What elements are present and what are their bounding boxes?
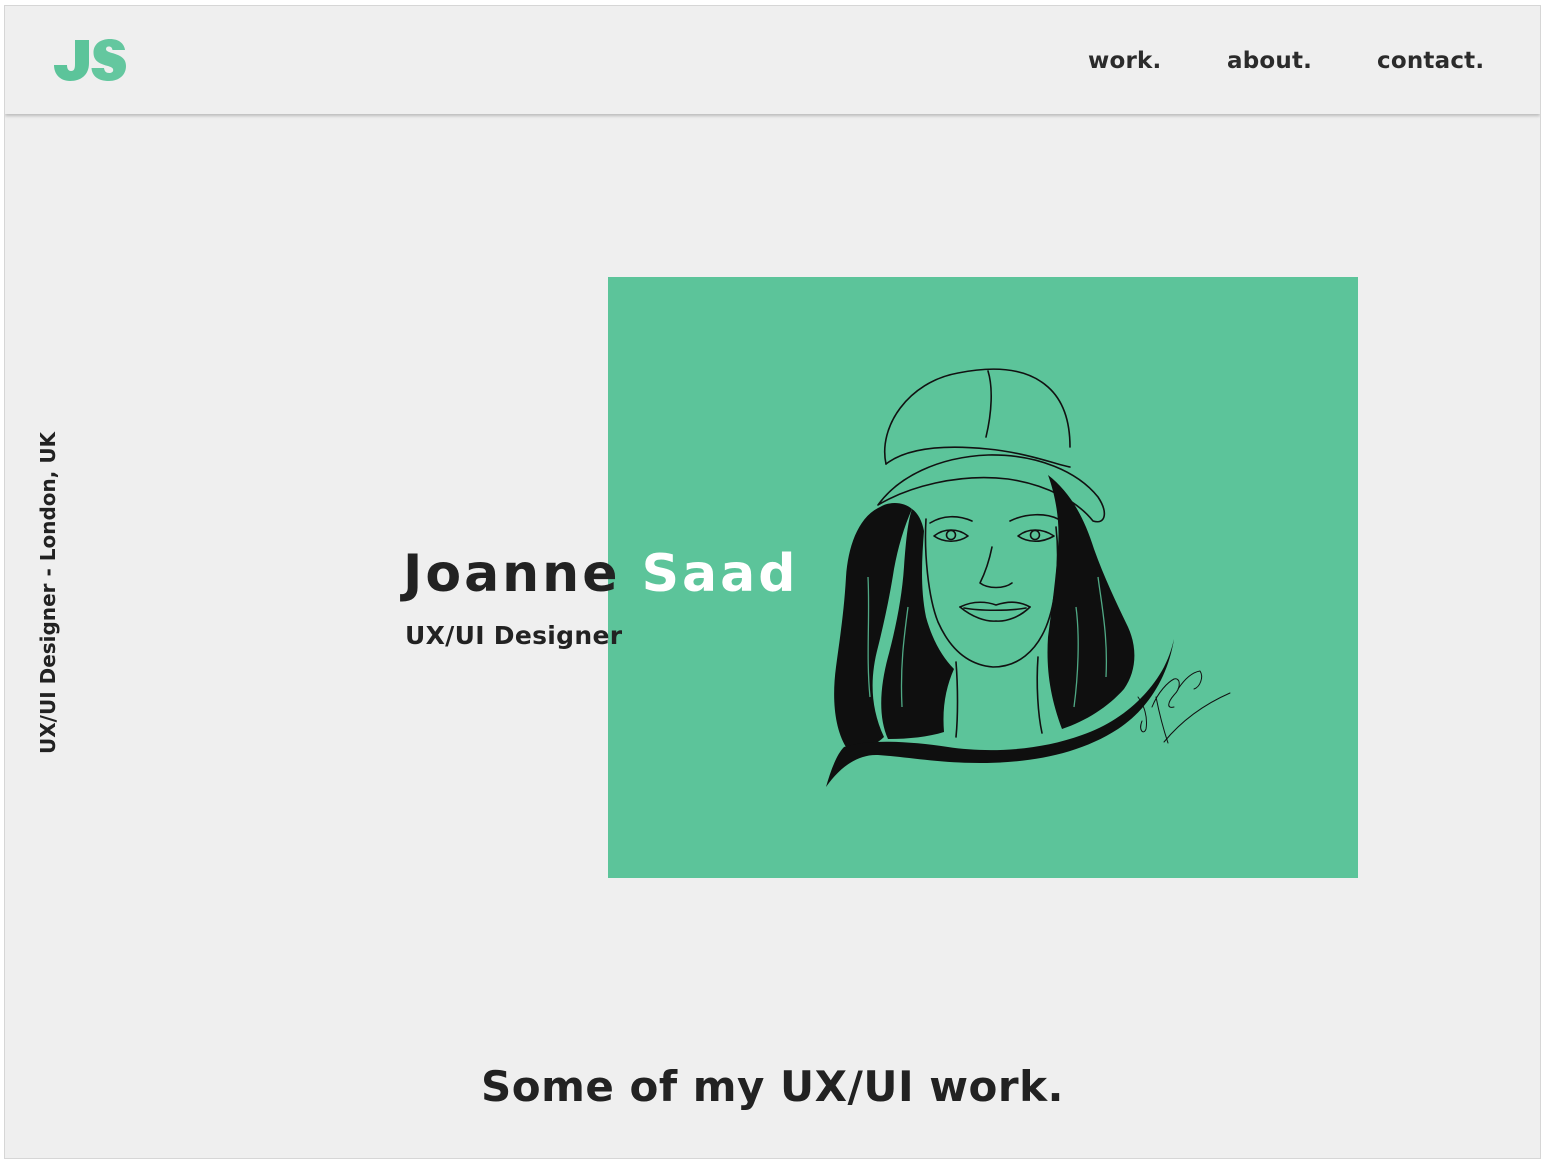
nav-contact[interactable]: contact. [1377,48,1484,74]
nav-work[interactable]: work. [1088,48,1161,74]
nav-about[interactable]: about. [1227,48,1312,74]
work-section-heading: Some of my UX/UI work. [481,1062,1064,1111]
hero-role: UX/UI Designer [405,621,623,650]
hero-name: Joanne Saad [403,544,798,604]
navbar: work. about. contact. [5,6,1540,114]
logo-icon [54,39,126,81]
hero-last-name: Saad [641,544,799,604]
hero-first-name: Joanne [403,544,621,604]
page: work. about. contact. UX/UI Designer - L… [4,5,1541,1159]
js-logo[interactable] [53,36,127,82]
side-caption: UX/UI Designer - London, UK [36,431,60,754]
